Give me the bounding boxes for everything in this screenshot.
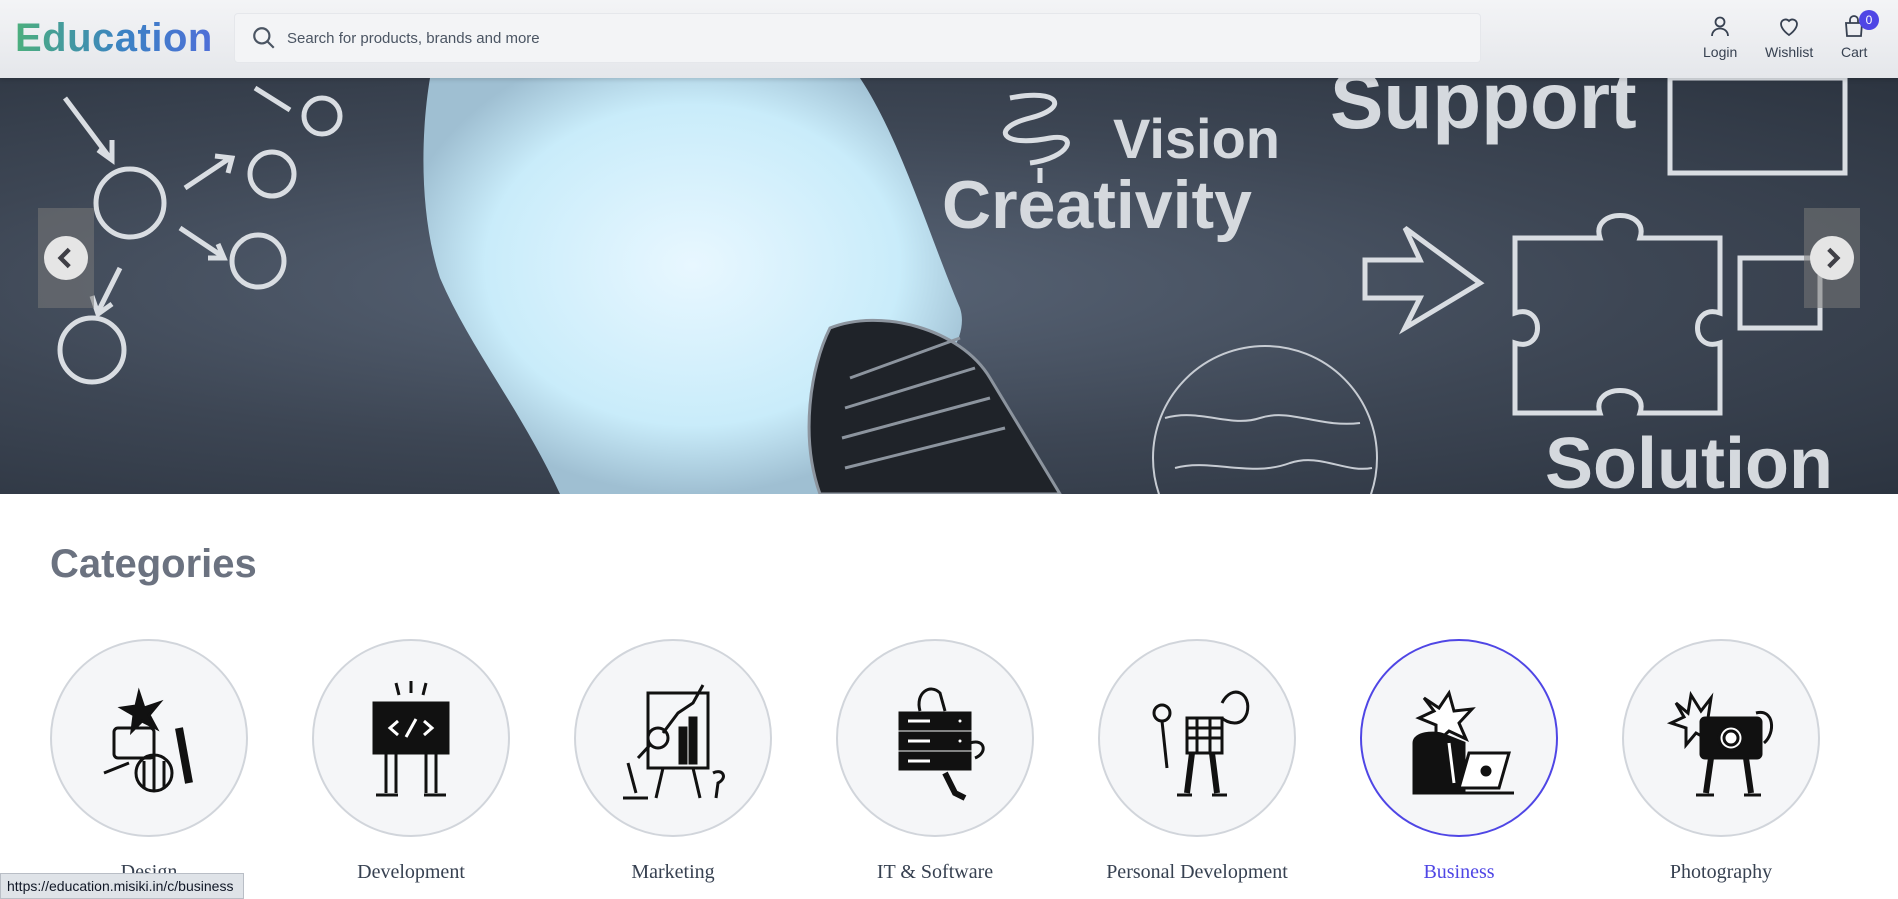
category-label: Personal Development	[1106, 861, 1288, 883]
category-design[interactable]: Design	[50, 639, 248, 885]
businessman-laptop-illustration-icon	[1412, 689, 1514, 795]
hero-word-vision: Vision	[1113, 107, 1280, 170]
category-label: Photography	[1669, 861, 1773, 883]
cart-button[interactable]: 0 Cart	[1841, 10, 1879, 60]
chevron-left-icon	[44, 236, 88, 280]
doodle-puzzle	[1512, 213, 1823, 416]
user-icon	[1711, 16, 1730, 37]
hero-banner: Vision Creativity Support Solution	[0, 78, 1898, 494]
bulb-base	[807, 318, 1062, 494]
category-development[interactable]: Development	[312, 639, 510, 885]
doodle-arrow	[1362, 225, 1485, 335]
category-business-image	[1360, 639, 1558, 837]
person-flower-illustration-icon	[1152, 690, 1250, 797]
category-design-image	[50, 639, 248, 837]
hero-word-support: Support	[1330, 78, 1637, 145]
category-it-software-image	[836, 639, 1034, 837]
link-status-url: https://education.misiki.in/c/business	[0, 873, 245, 899]
search-input[interactable]	[287, 29, 1437, 47]
heart-icon	[1780, 18, 1799, 37]
carousel-next-button[interactable]	[1804, 208, 1860, 308]
category-label: Development	[357, 861, 465, 883]
category-marketing-image	[574, 639, 772, 837]
login-label: Login	[1703, 44, 1738, 60]
carousel-prev-button[interactable]	[38, 208, 94, 308]
chart-illustration-icon	[623, 684, 725, 800]
category-personal-development[interactable]: Personal Development	[1098, 639, 1296, 885]
wishlist-button[interactable]: Wishlist	[1765, 14, 1813, 60]
doodle-globe	[1152, 345, 1378, 494]
top-header: Education Login Wishlist 0 Cart	[0, 0, 1898, 78]
category-photography[interactable]: Photography	[1622, 639, 1820, 885]
wishlist-label: Wishlist	[1765, 44, 1814, 60]
category-personal-development-image	[1098, 639, 1296, 837]
cart-count-badge: 0	[1859, 10, 1879, 30]
category-photography-image	[1622, 639, 1820, 837]
search-bar[interactable]	[234, 13, 1481, 63]
category-marketing[interactable]: Marketing	[574, 639, 772, 885]
chevron-right-icon	[1810, 236, 1854, 280]
category-label: Business	[1423, 861, 1495, 883]
categories-title: Categories	[50, 542, 257, 586]
hero-word-creativity: Creativity	[942, 167, 1252, 243]
code-illustration-icon	[372, 681, 450, 797]
hero-words: Vision Creativity Support Solution	[942, 78, 1833, 494]
cart-label: Cart	[1841, 44, 1868, 60]
category-label: IT & Software	[876, 861, 994, 883]
hero-word-solution: Solution	[1545, 424, 1833, 494]
search-icon	[253, 27, 275, 49]
site-logo[interactable]: Education	[15, 16, 213, 61]
server-illustration-icon	[898, 687, 985, 801]
category-label: Marketing	[631, 861, 715, 883]
doodle-left	[57, 85, 343, 385]
camera-illustration-icon	[1666, 690, 1773, 797]
login-button[interactable]: Login	[1703, 14, 1737, 60]
hero-illustration: Vision Creativity Support Solution	[57, 78, 1848, 494]
category-development-image	[312, 639, 510, 837]
category-it-software[interactable]: IT & Software	[836, 639, 1034, 885]
design-illustration-icon	[103, 687, 193, 793]
category-business[interactable]: Business	[1360, 639, 1558, 885]
doodle-box	[1667, 78, 1848, 176]
